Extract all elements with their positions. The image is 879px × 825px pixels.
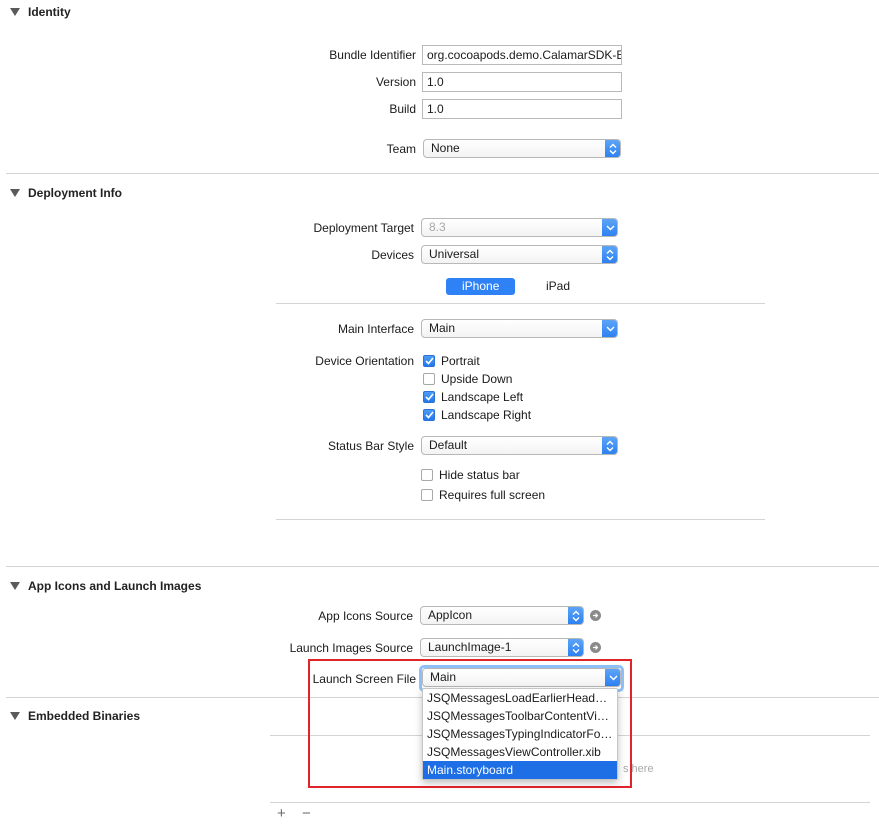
disclosure-triangle-icon[interactable] — [10, 189, 20, 197]
updown-chevron-icon — [605, 140, 620, 157]
devices-value: Universal — [429, 247, 480, 261]
section-title: Embedded Binaries — [28, 709, 141, 723]
disclosure-triangle-icon[interactable] — [10, 8, 20, 16]
menu-item[interactable]: JSQMessagesToolbarContentVie… — [423, 707, 617, 725]
chevron-down-icon — [602, 320, 617, 337]
disclosure-triangle-icon[interactable] — [10, 582, 20, 590]
checkmark-icon[interactable] — [423, 409, 435, 421]
deployment-section-header[interactable]: Deployment Info — [10, 185, 122, 201]
deployment-target-label: Deployment Target — [313, 221, 415, 235]
build-label: Build — [389, 102, 416, 116]
team-popup[interactable]: None — [423, 139, 621, 158]
bundle-identifier-label: Bundle Identifier — [329, 48, 416, 62]
tab-ipad[interactable]: iPad — [530, 278, 586, 295]
team-value: None — [431, 141, 460, 155]
chevron-down-icon — [602, 219, 617, 236]
checkmark-icon[interactable] — [423, 391, 435, 403]
build-field[interactable]: 1.0 — [422, 99, 622, 119]
menu-item[interactable]: JSQMessagesLoadEarlierHeader… — [423, 689, 617, 707]
version-field[interactable]: 1.0 — [422, 72, 622, 92]
deployment-target-value: 8.3 — [429, 220, 446, 234]
upside-down-checkbox[interactable]: Upside Down — [423, 371, 512, 387]
checkbox-label: Landscape Right — [441, 408, 532, 422]
main-interface-combo[interactable]: Main — [421, 319, 618, 338]
updown-chevron-icon — [568, 607, 583, 624]
app-icons-source-popup[interactable]: AppIcon — [420, 606, 584, 625]
section-title: App Icons and Launch Images — [28, 579, 202, 593]
version-label: Version — [375, 75, 416, 89]
add-button[interactable]: + — [277, 805, 286, 822]
launch-screen-file-menu: JSQMessagesLoadEarlierHeader… JSQMessage… — [422, 688, 618, 780]
menu-item[interactable]: JSQMessagesTypingIndicatorFo… — [423, 725, 617, 743]
landscape-left-checkbox[interactable]: Landscape Left — [423, 389, 523, 405]
group-divider — [276, 519, 765, 520]
identity-section-header[interactable]: Identity — [10, 4, 71, 20]
go-arrow-icon[interactable] — [590, 610, 601, 621]
section-title: Deployment Info — [28, 186, 123, 200]
embedded-binaries-section-header[interactable]: Embedded Binaries — [10, 708, 140, 724]
tab-iphone[interactable]: iPhone — [446, 278, 516, 295]
devices-label: Devices — [371, 248, 414, 262]
launch-screen-file-value: Main — [430, 670, 457, 684]
requires-full-screen-checkbox[interactable]: Requires full screen — [421, 487, 545, 503]
launch-images-source-value: LaunchImage-1 — [428, 640, 512, 654]
landscape-right-checkbox[interactable]: Landscape Right — [423, 407, 531, 423]
menu-item[interactable]: JSQMessagesViewController.xib — [423, 743, 617, 761]
checkbox-box[interactable] — [421, 469, 433, 481]
launch-screen-file-combo[interactable]: Main — [422, 668, 621, 687]
status-bar-style-popup[interactable]: Default — [421, 436, 618, 455]
disclosure-triangle-icon[interactable] — [10, 712, 20, 720]
checkbox-box[interactable] — [423, 373, 435, 385]
checkbox-label: Hide status bar — [439, 468, 520, 482]
remove-button[interactable]: − — [302, 805, 311, 822]
app-icons-source-label: App Icons Source — [318, 609, 413, 623]
checkbox-label: Landscape Left — [441, 390, 524, 404]
checkbox-box[interactable] — [421, 489, 433, 501]
launch-images-source-popup[interactable]: LaunchImage-1 — [420, 638, 584, 657]
launch-screen-file-label: Launch Screen File — [312, 672, 416, 686]
app-icons-source-value: AppIcon — [428, 608, 473, 622]
main-interface-value: Main — [429, 321, 456, 335]
go-arrow-icon[interactable] — [590, 642, 601, 653]
checkbox-label: Portrait — [441, 354, 480, 368]
team-label: Team — [386, 142, 416, 156]
portrait-checkbox[interactable]: Portrait — [423, 353, 480, 369]
updown-chevron-icon — [568, 639, 583, 656]
section-divider — [6, 173, 879, 174]
menu-item-selected[interactable]: Main.storyboard — [423, 761, 617, 779]
checkbox-label: Upside Down — [441, 372, 513, 386]
app-icons-section-header[interactable]: App Icons and Launch Images — [10, 578, 201, 594]
main-interface-label: Main Interface — [337, 322, 414, 336]
updown-chevron-icon — [602, 246, 617, 263]
bundle-identifier-field[interactable]: org.cocoapods.demo.CalamarSDK-E — [422, 45, 622, 65]
device-orientation-label: Device Orientation — [315, 354, 414, 368]
list-bottom-border — [270, 802, 870, 803]
status-bar-style-value: Default — [429, 438, 468, 452]
section-title: Identity — [28, 5, 71, 19]
hide-status-bar-checkbox[interactable]: Hide status bar — [421, 467, 520, 483]
chevron-down-icon — [605, 669, 620, 686]
group-divider — [276, 303, 765, 304]
checkbox-label: Requires full screen — [439, 488, 546, 502]
status-bar-style-label: Status Bar Style — [327, 439, 414, 453]
checkmark-icon[interactable] — [423, 355, 435, 367]
deployment-target-combo[interactable]: 8.3 — [421, 218, 618, 237]
updown-chevron-icon — [602, 437, 617, 454]
devices-popup[interactable]: Universal — [421, 245, 618, 264]
launch-images-source-label: Launch Images Source — [289, 641, 413, 655]
section-divider — [6, 566, 879, 567]
